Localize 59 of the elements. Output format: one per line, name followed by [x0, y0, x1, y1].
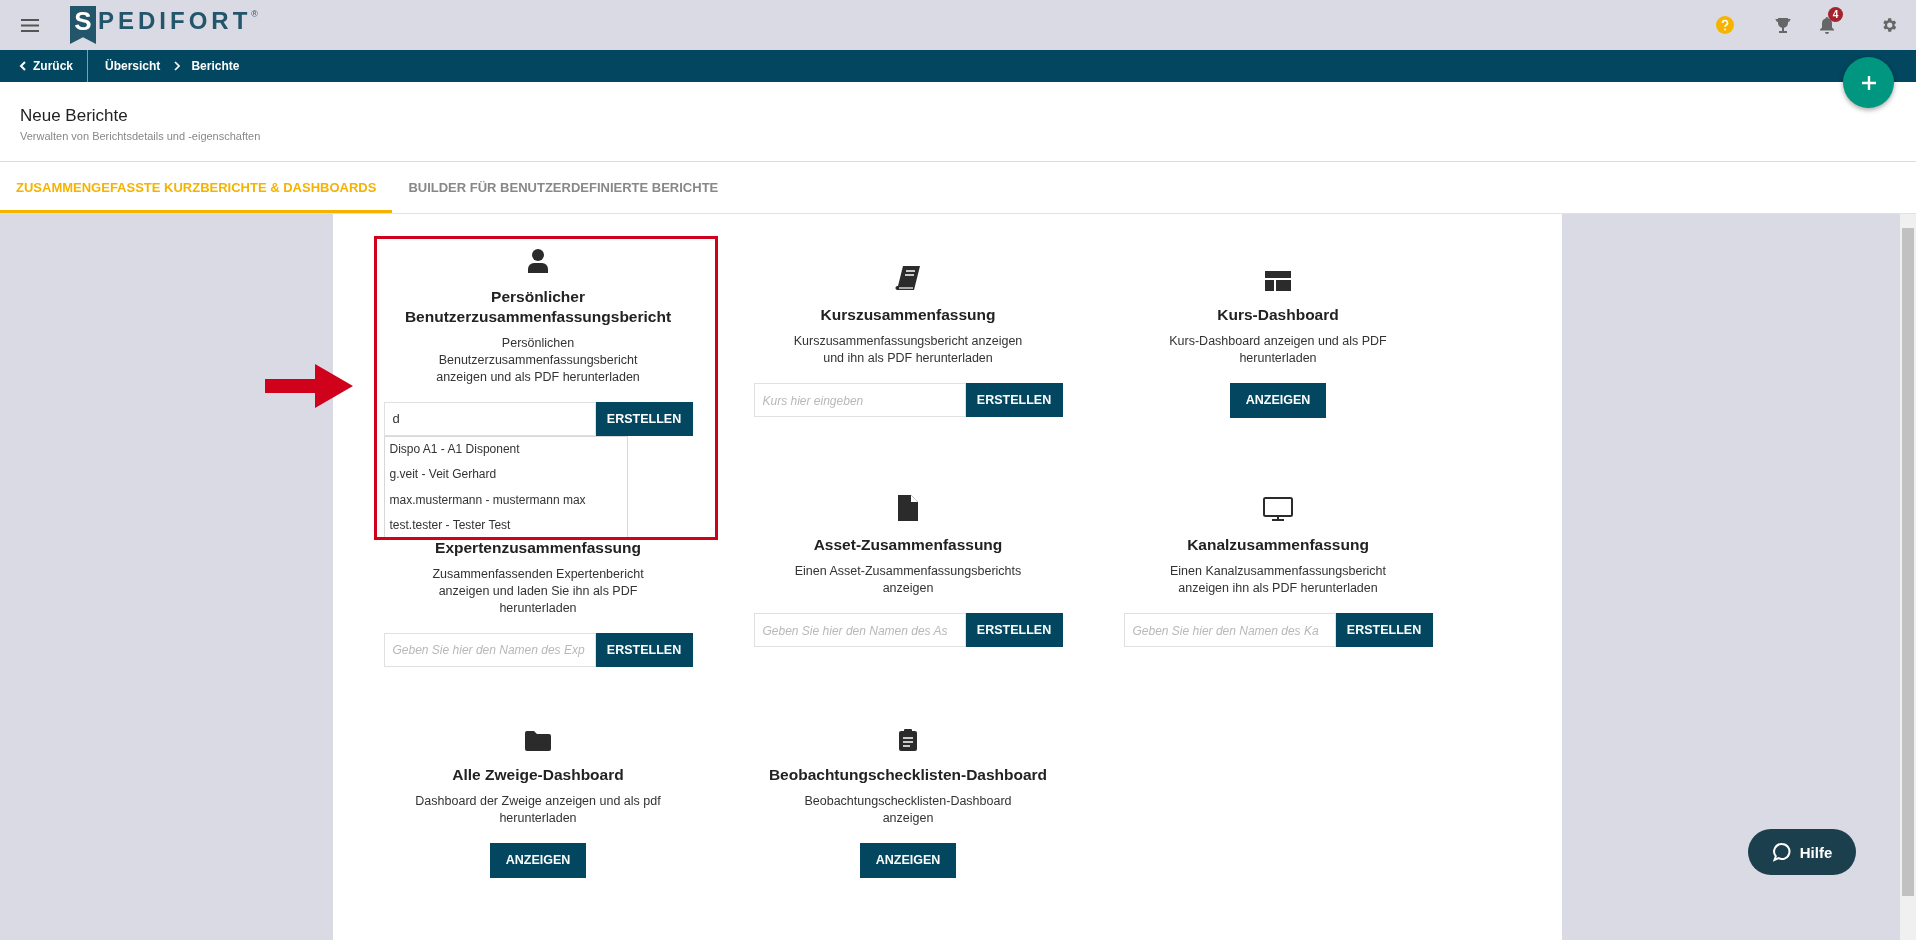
card-description: Beobachtungschecklisten-Dashboard anzeigen — [803, 792, 1013, 827]
chat-icon — [1771, 842, 1792, 862]
plus-icon — [1860, 74, 1877, 91]
create-button[interactable]: ERSTELLEN — [965, 383, 1063, 417]
card-description: Zusammenfassenden Expertenbericht anzeigen und laden Sie ihn als PDF herunterladen — [431, 565, 645, 617]
suggestion-item[interactable]: g.veit - Veit Gerhard — [384, 462, 627, 488]
card-description: Einen Kanalzusammenfassungsbericht anzeigen ihn als PDF herunterladen — [1168, 563, 1388, 597]
card-description: Kurs-Dashboard anzeigen und als PDF herunterladen — [1168, 332, 1388, 367]
breadcrumb-link[interactable]: Übersicht — [105, 59, 161, 73]
monitor-icon — [1263, 497, 1293, 521]
chevron-left-icon — [19, 61, 26, 71]
card-title: Kanalzusammenfassung — [1187, 535, 1369, 555]
registered-mark: ® — [251, 9, 258, 19]
tab[interactable]: BUILDER FÜR BENUTZERDEFINIERTE BERICHTE — [392, 162, 735, 213]
search-field[interactable]: Geben Sie hier den Namen des As — [753, 613, 966, 647]
card-description: Kurszusammenfassungsbericht anzeigen und ihn als PDF herunterladen — [792, 333, 1024, 367]
notification-badge: 4 — [1828, 7, 1843, 22]
page-subtitle: Verwalten von Berichtsdetails und -eigenschaften — [20, 129, 262, 142]
chevron-right-icon — [174, 61, 181, 71]
dashboard-icon — [1265, 270, 1291, 291]
trophy-icon[interactable] — [1774, 16, 1792, 34]
card-description: Einen Asset-Zusammenfassungsberichts anzeigen — [793, 563, 1023, 597]
suggestion-item[interactable]: Dispo A1 - A1 Disponent — [384, 436, 627, 462]
search-field[interactable]: Kurs hier eingeben — [753, 383, 966, 417]
page-title: Neue Berichte — [20, 105, 129, 126]
back-link[interactable]: Zurück — [0, 50, 87, 82]
breadcrumb-link[interactable]: Berichte — [191, 59, 240, 73]
card-description: Persönlichen Benutzerzusammenfassungsbericht anzeigen und als PDF herunterladen — [435, 334, 641, 386]
bell-icon[interactable] — [1819, 16, 1835, 34]
logo-text: PEDIFORT — [98, 6, 252, 36]
card-title: Persönlicher Benutzerzusammenfassungsbericht — [403, 286, 673, 327]
view-button[interactable]: ANZEIGEN — [859, 842, 957, 878]
person-icon — [528, 248, 548, 273]
create-button[interactable]: ERSTELLEN — [595, 401, 693, 436]
create-button[interactable]: ERSTELLEN — [965, 613, 1063, 647]
search-field[interactable]: Geben Sie hier den Namen des Ka — [1123, 613, 1336, 647]
clipboard-icon — [899, 728, 917, 751]
help-button[interactable]: Hilfe — [1748, 829, 1856, 875]
create-button[interactable]: ERSTELLEN — [595, 632, 693, 667]
menu-icon[interactable] — [21, 18, 39, 32]
search-field[interactable]: d — [383, 401, 596, 436]
card-title: Expertenzusammenfassung — [435, 537, 641, 558]
card-title: Alle Zweige-Dashboard — [452, 764, 624, 785]
card-title: Kurs-Dashboard — [1217, 304, 1339, 325]
card-description: Dashboard der Zweige anzeigen und als pdf herunterladen — [414, 792, 662, 827]
create-button[interactable]: ERSTELLEN — [1335, 613, 1433, 647]
scrollbar[interactable] — [1900, 214, 1916, 940]
suggestion-item[interactable]: max.mustermann - mustermann max — [384, 487, 627, 513]
card-title: Kurszusammenfassung — [820, 305, 996, 325]
folder-icon — [525, 730, 551, 751]
view-button[interactable]: ANZEIGEN — [1229, 382, 1327, 418]
logo-letter: S — [70, 6, 96, 44]
card-title: Beobachtungschecklisten-Dashboard — [768, 764, 1048, 785]
file-icon — [898, 495, 918, 521]
book-icon — [895, 265, 921, 291]
search-field[interactable]: Geben Sie hier den Namen des Exp — [383, 632, 596, 667]
card-title: Asset-Zusammenfassung — [813, 535, 1003, 555]
view-button[interactable]: ANZEIGEN — [489, 842, 587, 878]
suggestion-item[interactable]: test.tester - Tester Test — [384, 513, 627, 539]
